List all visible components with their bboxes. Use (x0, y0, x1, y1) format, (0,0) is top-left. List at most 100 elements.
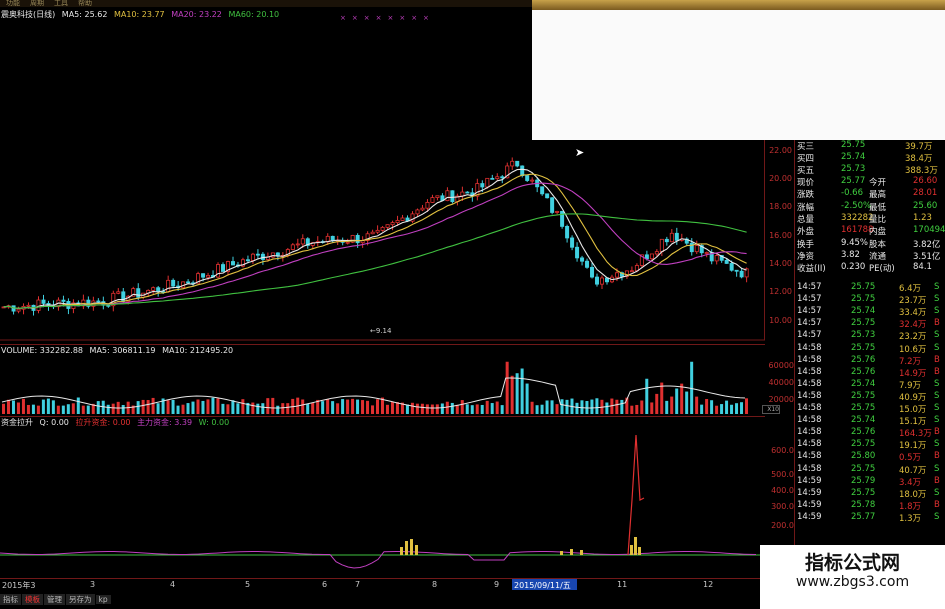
volume-bar (6, 399, 10, 414)
quote-value: 3.51亿 (913, 251, 941, 262)
volume-bar (635, 404, 639, 414)
tick-time: 14:57 (797, 330, 822, 341)
candle-body (585, 260, 590, 268)
candle-body (490, 177, 495, 180)
quote-label: 外盘 (797, 227, 815, 238)
candle-body (450, 190, 455, 203)
tick-time: 14:58 (797, 354, 822, 365)
menu-item-tools[interactable]: 工具 (54, 0, 68, 8)
fund-indicator-chart[interactable] (0, 420, 765, 580)
fund-bar (410, 539, 413, 555)
volume-bar (266, 398, 270, 414)
tick-side: B (934, 451, 940, 462)
quote-label: 净资 (797, 251, 815, 262)
candle-body (540, 186, 545, 195)
price-tick: 16.00 (769, 231, 792, 240)
quote-value: 26.60 (913, 176, 938, 186)
tick-price: 25.80 (851, 451, 876, 462)
volume-bar (306, 404, 310, 414)
tick-row: 14:58 25.74 7.9万 S (795, 379, 943, 391)
candle-body (186, 281, 191, 284)
order-volume: 39.7万 (905, 142, 933, 152)
volume-bar (540, 404, 544, 414)
candle-body (510, 160, 515, 167)
candle-body (395, 220, 400, 223)
tick-side: B (934, 427, 940, 438)
tab-kp[interactable]: kp (95, 595, 111, 604)
volume-bar (495, 401, 499, 414)
date-tick: 7 (355, 580, 361, 589)
candle-body (295, 243, 300, 246)
tick-side: S (934, 294, 940, 305)
volume-bar (171, 399, 175, 414)
candle-body (206, 275, 211, 278)
volume-bar (545, 400, 549, 414)
volume-bar (111, 403, 115, 414)
menu-item-period[interactable]: 周期 (30, 0, 44, 8)
candle-body (355, 234, 360, 244)
volume-bar (410, 402, 414, 414)
tick-price: 25.78 (851, 499, 876, 510)
order-volume: 388.3万 (905, 166, 938, 176)
quote-value: 1.23 (913, 212, 932, 223)
low-price-annotation: ←9.14 (370, 327, 392, 335)
tick-time: 14:57 (797, 294, 822, 305)
volume-bar (66, 404, 70, 414)
fund-bar (630, 545, 633, 555)
tick-price: 25.76 (851, 427, 876, 438)
tick-time: 14:58 (797, 451, 822, 462)
volume-bar (420, 403, 424, 414)
volume-bar (31, 404, 35, 414)
volume-bar (46, 398, 50, 414)
tab-indicator[interactable]: 指标 (0, 594, 21, 605)
tab-save-as[interactable]: 另存为 (66, 594, 95, 605)
volume-bar (465, 404, 469, 414)
tick-row: 14:57 25.75 23.7万 S (795, 294, 943, 306)
menu-item-function[interactable]: 功能 (6, 0, 20, 8)
candle-body (61, 299, 66, 302)
volume-bar (176, 405, 180, 414)
candle-body (260, 253, 265, 260)
tab-template[interactable]: 模板 (22, 594, 43, 605)
date-tick: 9 (494, 580, 500, 589)
volume-bar (141, 399, 145, 414)
menu-item-help[interactable]: 帮助 (78, 0, 92, 8)
candle-body (151, 287, 156, 291)
candle-body (230, 261, 235, 266)
quote-value: 28.01 (913, 188, 938, 199)
tick-row: 14:57 25.74 33.4万 S (795, 306, 943, 318)
volume-bar (276, 405, 280, 414)
quote-label: 现价 (797, 178, 815, 188)
volume-chart[interactable] (0, 356, 765, 416)
tick-time: 14:59 (797, 475, 822, 486)
volume-bar (475, 404, 479, 414)
watermark-title: 指标公式网 (804, 552, 900, 574)
volume-bar (645, 378, 649, 414)
volume-bar (555, 404, 559, 414)
fund-bar (634, 537, 637, 555)
tick-price: 25.76 (851, 366, 876, 377)
volume-bar (36, 405, 40, 414)
quote-label: 涨幅 (797, 202, 815, 213)
tick-row: 14:58 25.74 15.1万 S (795, 415, 943, 427)
candle-body (500, 176, 505, 179)
volume-bar (366, 400, 370, 414)
volume-bar (700, 404, 704, 414)
tick-volume: 19.1万 (899, 441, 927, 452)
quote-value: 3.82 (841, 249, 860, 260)
candle-body (525, 175, 530, 181)
ma-legend: 震奥科技(日线) MA5: 25.62 MA10: 23.77 MA20: 23… (1, 10, 283, 20)
candle-body (739, 270, 744, 278)
tick-time: 14:58 (797, 427, 822, 438)
tick-time: 14:58 (797, 403, 822, 413)
ma10-line (3, 173, 747, 309)
quote-label: 量比 (869, 214, 887, 225)
candle-body (560, 211, 565, 227)
volume-bar (311, 402, 315, 414)
tab-manage[interactable]: 管理 (44, 594, 65, 605)
stock-trading-terminal: 功能 周期 工具 帮助 震奥科技(日线) MA5: 25.62 MA10: 23… (0, 0, 945, 609)
tick-volume: 1.3万 (899, 513, 922, 524)
tick-volume: 40.9万 (899, 392, 927, 403)
candle-body (16, 308, 21, 312)
volume-bar (136, 401, 140, 414)
